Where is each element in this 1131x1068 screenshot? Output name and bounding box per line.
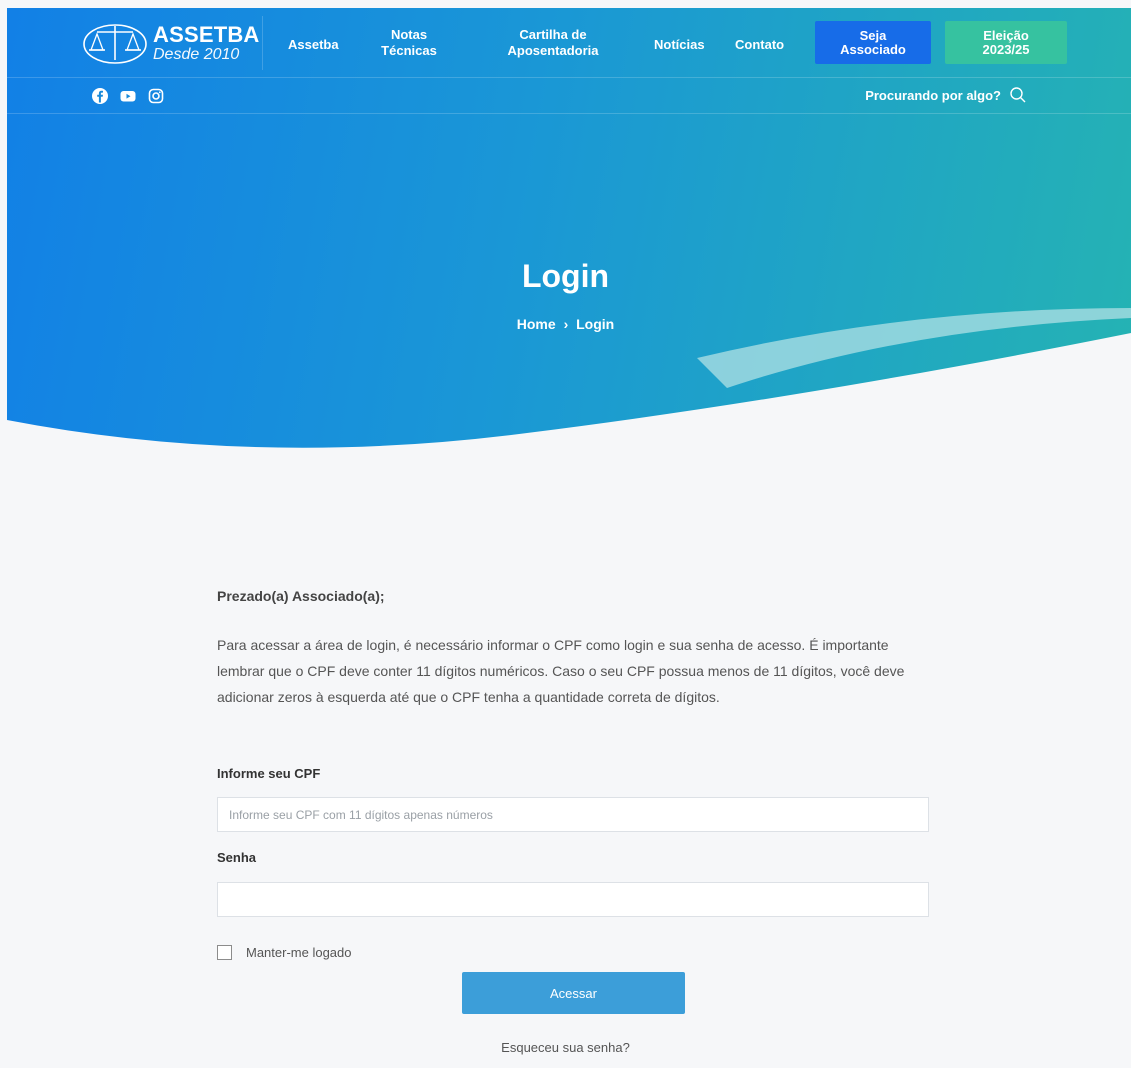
button-label: 2023/25 xyxy=(982,41,1030,57)
nav-item-contato[interactable]: Contato xyxy=(735,37,784,53)
forgot-password-link[interactable]: Esqueceu sua senha? xyxy=(0,1040,1131,1055)
breadcrumb-home[interactable]: Home xyxy=(517,316,556,332)
breadcrumb: Home › Login xyxy=(0,316,1131,332)
nav-item-label: Técnicas xyxy=(381,43,437,58)
breadcrumb-current: Login xyxy=(576,316,615,332)
nav-item-label: Aposentadoria xyxy=(507,43,599,58)
breadcrumb-separator: › xyxy=(563,316,569,332)
scales-logo-icon xyxy=(83,24,147,64)
button-label: Seja xyxy=(859,27,887,43)
social-links xyxy=(91,87,165,105)
instagram-icon[interactable] xyxy=(147,87,165,105)
youtube-icon[interactable] xyxy=(119,87,137,105)
nav-item-notas-tecnicas[interactable]: Notas Técnicas xyxy=(379,27,439,59)
nav-item-noticias[interactable]: Notícias xyxy=(654,37,705,53)
nav-item-assetba[interactable]: Assetba xyxy=(288,37,339,53)
intro-text: Para acessar a área de login, é necessár… xyxy=(217,637,905,705)
greeting-text: Prezado(a) Associado(a); xyxy=(217,588,385,604)
site-logo[interactable]: ASSETBA Desde 2010 xyxy=(81,16,263,70)
logo-tagline: Desde 2010 xyxy=(153,45,240,63)
button-label: Eleição xyxy=(983,27,1029,43)
submit-button[interactable]: Acessar xyxy=(462,972,685,1014)
eleicao-button[interactable]: Eleição 2023/25 xyxy=(945,21,1067,64)
remember-me: Manter-me logado xyxy=(217,945,352,960)
button-label: Associado xyxy=(840,41,906,57)
search-label: Procurando por algo? xyxy=(865,87,1001,103)
search-trigger[interactable]: Procurando por algo? xyxy=(865,86,1027,104)
nav-item-label: Cartilha de xyxy=(519,27,587,42)
password-input[interactable] xyxy=(217,882,929,917)
header-subbar: Procurando por algo? xyxy=(7,78,1131,114)
cpf-label: Informe seu CPF xyxy=(217,766,321,781)
seja-associado-button[interactable]: Seja Associado xyxy=(815,21,931,64)
logo-name: ASSETBA xyxy=(153,21,260,47)
nav-item-label: Notas xyxy=(390,27,428,42)
facebook-icon[interactable] xyxy=(91,87,109,105)
site-header: ASSETBA Desde 2010 Assetba Notas Técnica… xyxy=(7,8,1131,78)
login-form: Prezado(a) Associado(a); Para acessar a … xyxy=(217,588,929,710)
senha-label: Senha xyxy=(217,850,257,865)
nav-item-cartilha[interactable]: Cartilha de Aposentadoria xyxy=(503,27,603,59)
page-title: Login xyxy=(521,258,610,294)
remember-label[interactable]: Manter-me logado xyxy=(246,945,352,960)
remember-checkbox[interactable] xyxy=(217,945,232,960)
search-icon xyxy=(1010,87,1026,103)
cpf-input[interactable] xyxy=(217,797,929,832)
